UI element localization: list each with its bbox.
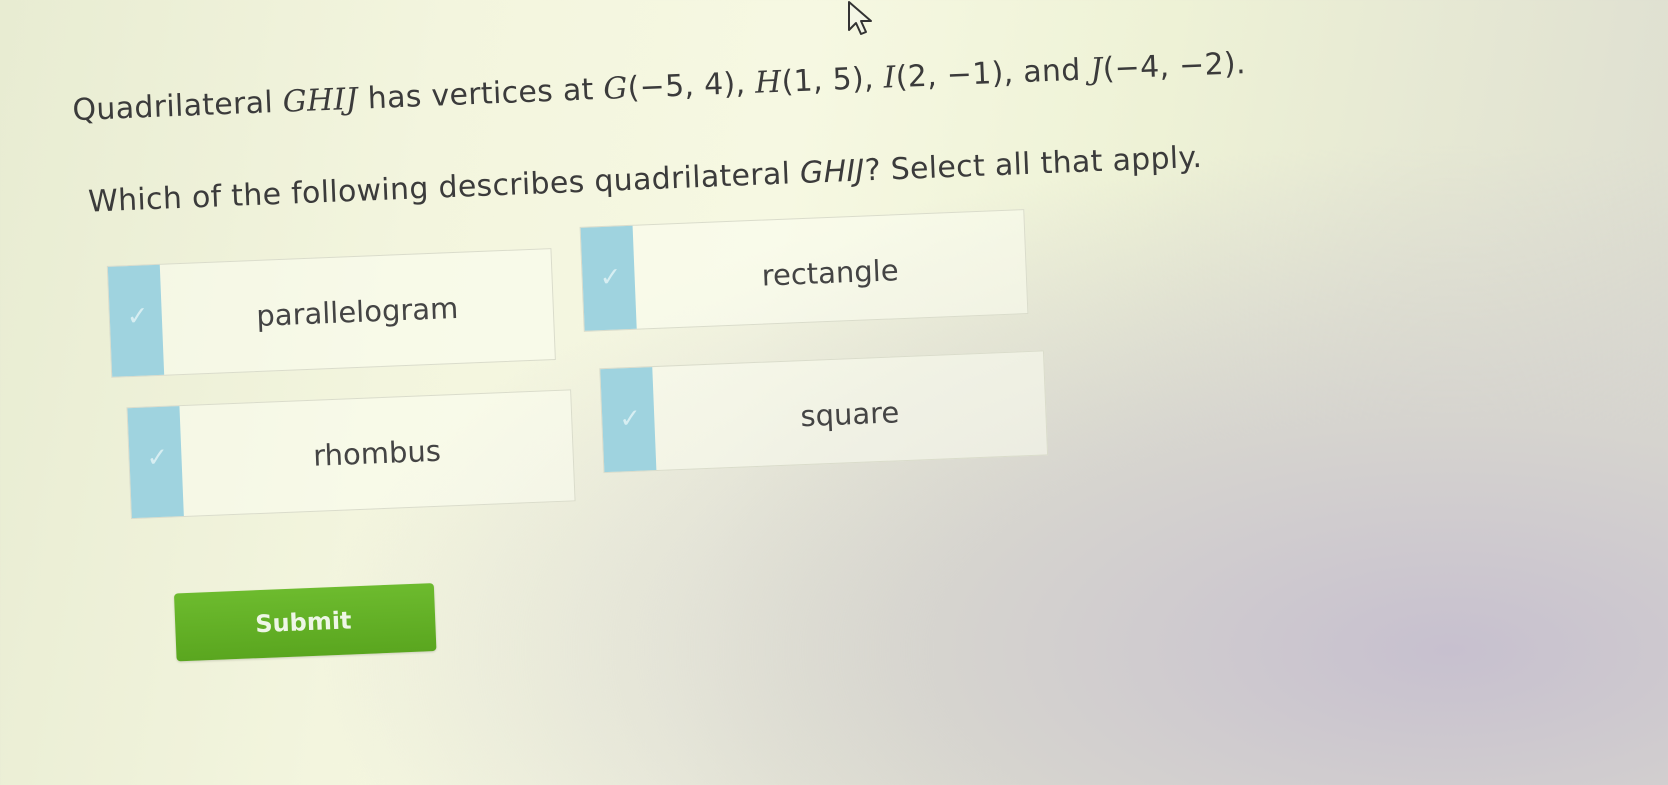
- checkbox-square[interactable]: ✓: [600, 367, 657, 473]
- arrow-pointer-icon: [848, 1, 872, 35]
- instruction-shape-name: GHIJ: [799, 153, 866, 192]
- instruction-prefix: Which of the following describes quadril…: [87, 156, 801, 220]
- option-square[interactable]: ✓ square: [599, 350, 1049, 474]
- option-label-parallelogram: parallelogram: [255, 290, 459, 333]
- vertex-g-name: G: [602, 70, 629, 107]
- submit-button[interactable]: Submit: [173, 583, 437, 662]
- checkmark-icon: ✓: [599, 262, 623, 294]
- instruction-suffix: ? Select all that apply.: [863, 139, 1203, 189]
- checkmark-icon: ✓: [145, 442, 169, 474]
- question-prefix: Quadrilateral: [71, 84, 284, 129]
- question-text: Quadrilateral GHIJ has vertices at G(−5,…: [72, 46, 1247, 128]
- vertex-h-name: H: [754, 64, 783, 101]
- vertex-g-coords: (−5, 4),: [626, 65, 756, 106]
- instruction-text: Which of the following describes quadril…: [87, 140, 1202, 220]
- question-mid: has vertices at: [357, 71, 605, 117]
- question-shape-name: GHIJ: [282, 81, 359, 120]
- checkmark-icon: ✓: [126, 301, 150, 333]
- vertex-h-coords: (1, 5),: [780, 60, 885, 100]
- vertex-j-coords: (−4, −2).: [1101, 46, 1247, 87]
- option-label-rhombus: rhombus: [312, 433, 442, 473]
- option-label-rectangle: rectangle: [761, 253, 900, 293]
- option-rhombus[interactable]: ✓ rhombus: [126, 389, 576, 520]
- checkbox-parallelogram[interactable]: ✓: [107, 264, 165, 377]
- checkbox-rhombus[interactable]: ✓: [127, 406, 184, 519]
- option-rectangle[interactable]: ✓ rectangle: [579, 209, 1029, 332]
- page: Quadrilateral GHIJ has vertices at G(−5,…: [0, 0, 1668, 784]
- option-label-square: square: [799, 395, 900, 434]
- option-parallelogram[interactable]: ✓ parallelogram: [106, 248, 556, 378]
- checkbox-rectangle[interactable]: ✓: [580, 225, 637, 331]
- checkmark-icon: ✓: [618, 403, 642, 435]
- vertex-i-coords: (2, −1), and: [895, 52, 1092, 96]
